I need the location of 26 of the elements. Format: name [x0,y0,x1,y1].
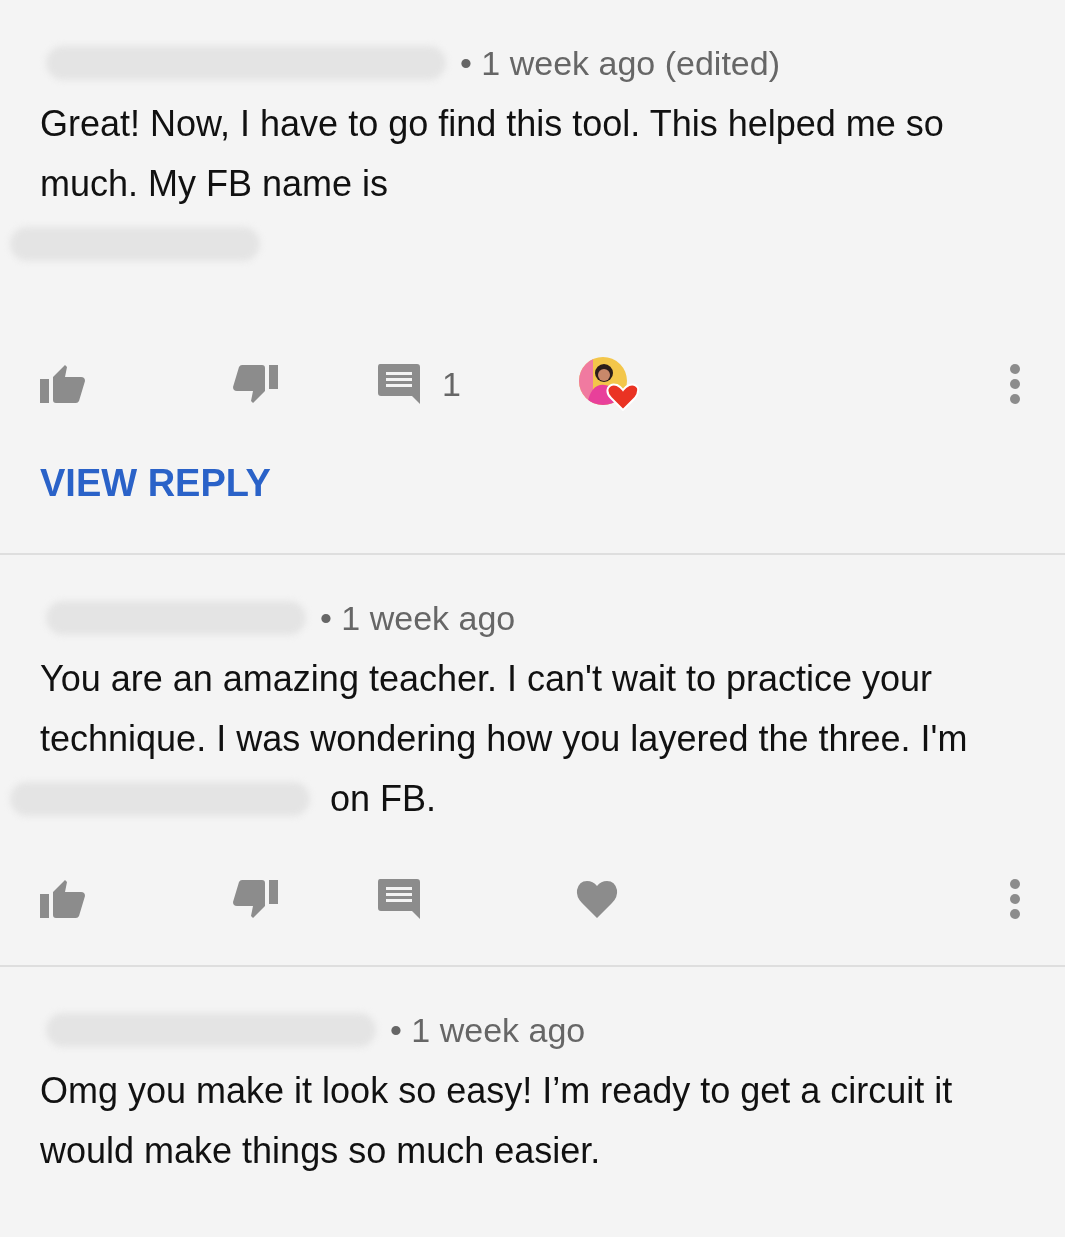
heart-icon [576,880,618,918]
thumbs-down-icon [232,878,278,920]
heart-button[interactable] [578,357,639,411]
thumbs-down-icon [232,363,278,405]
thumbs-up-icon [40,363,86,405]
dislike-button[interactable] [232,363,278,405]
hearted-avatar-icon [578,357,639,411]
comment-meta: • 1 week ago [390,1010,586,1050]
thumbs-up-icon [40,878,86,920]
view-reply-link[interactable]: VIEW REPLY [40,462,271,505]
comment-meta: • 1 week ago (edited) [460,43,780,83]
comment-icon [378,364,420,404]
more-options-icon [1009,878,1021,920]
like-button[interactable] [40,878,86,920]
reply-button[interactable]: 1 [378,364,461,404]
comment-text: on FB. [330,777,437,821]
more-button[interactable] [1009,878,1021,920]
like-button[interactable] [40,363,86,405]
comment-meta: • 1 week ago [320,598,516,638]
more-options-icon [1009,363,1021,405]
more-button[interactable] [1009,363,1021,405]
dislike-button[interactable] [232,878,278,920]
comment-icon [378,879,420,919]
comment-text: Great! Now, I have to go find this tool. This helped me so much. My FB name is [40,102,945,206]
comment-text: Omg you make it look so easy! I’m ready to get a circuit it would make things so much easier. [40,1069,954,1173]
reply-button[interactable] [378,879,420,919]
